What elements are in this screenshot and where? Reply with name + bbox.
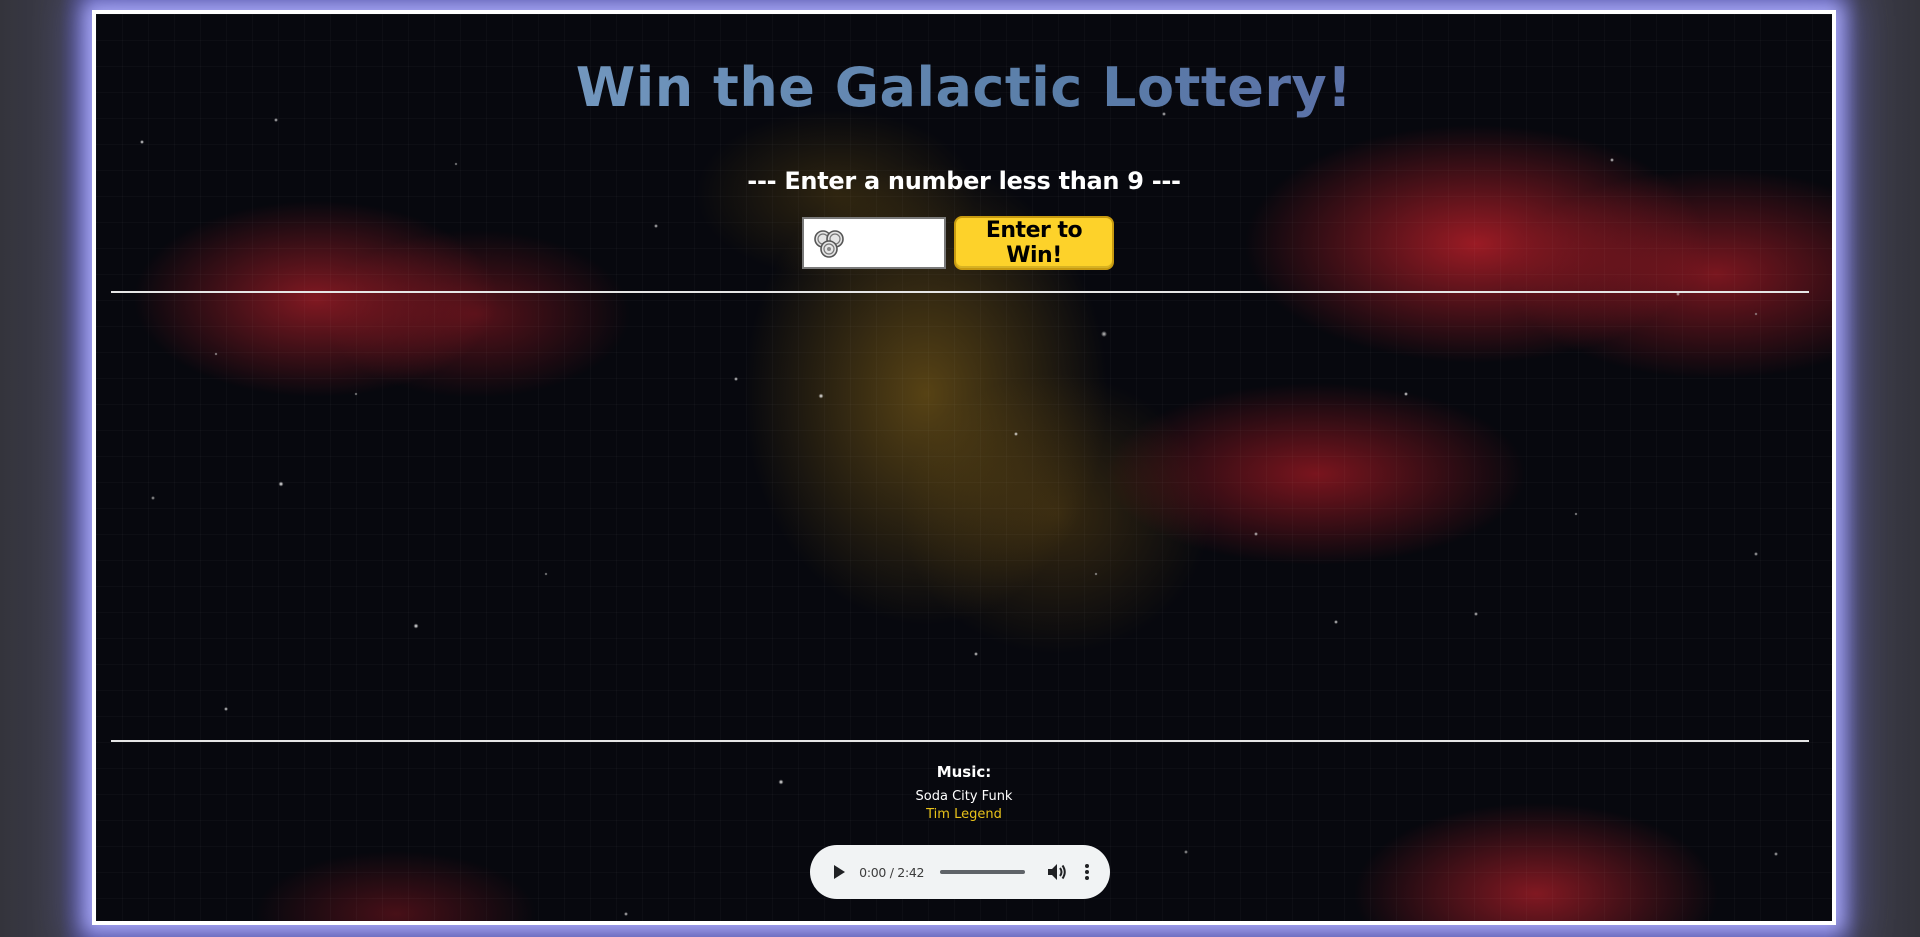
track-title: Soda City Funk: [915, 789, 1013, 804]
music-heading: Music:: [936, 763, 992, 781]
play-icon: [833, 865, 845, 879]
more-vertical-icon: [1085, 864, 1090, 880]
volume-button[interactable]: [1045, 860, 1068, 884]
seek-bar[interactable]: [940, 870, 1026, 874]
number-input-wrapper[interactable]: [802, 217, 946, 269]
audio-player: 0:00 / 2:42: [810, 845, 1110, 899]
page-title: Win the Galactic Lottery!: [96, 50, 1832, 126]
bottom-divider: [111, 740, 1809, 742]
results-area: [111, 295, 1809, 735]
instruction-text: --- Enter a number less than 9 ---: [747, 167, 1181, 195]
volume-icon: [1047, 864, 1066, 880]
coin-stack-icon: [814, 230, 844, 258]
enter-to-win-button[interactable]: Enter to Win!: [954, 216, 1114, 270]
artist-link[interactable]: Tim Legend: [926, 807, 1002, 822]
lottery-frame: Win the Galactic Lottery! --- Enter a nu…: [92, 10, 1836, 925]
entry-form: Enter to Win!: [802, 215, 1114, 271]
top-divider: [111, 291, 1809, 293]
more-options-button[interactable]: [1079, 860, 1096, 884]
time-display: 0:00 / 2:42: [859, 864, 925, 880]
track-artist: Tim Legend: [96, 806, 1832, 824]
play-button[interactable]: [826, 859, 851, 885]
